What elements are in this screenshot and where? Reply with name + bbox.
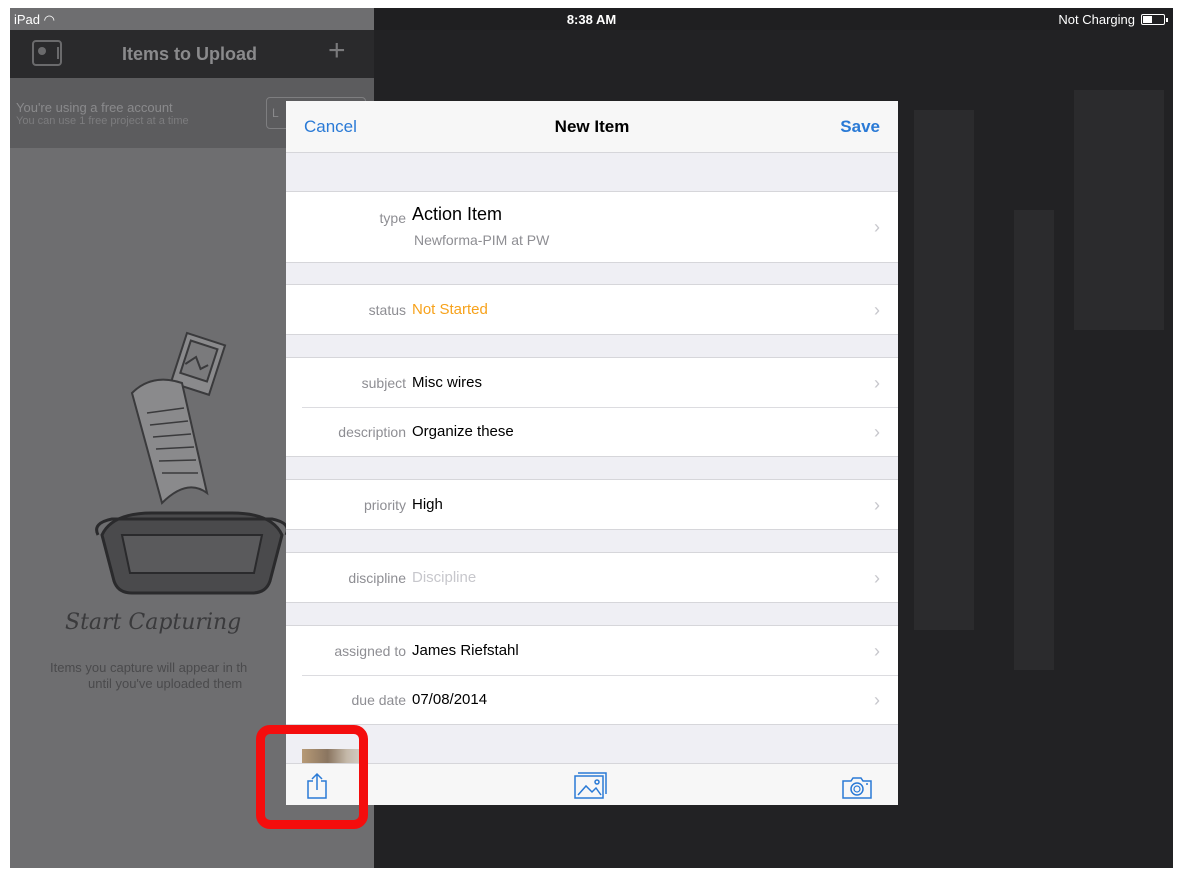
ipad-screen: Items to Upload + You're using a free ac…	[10, 8, 1173, 868]
due-date-row[interactable]: due date 07/08/2014 ›	[286, 675, 898, 724]
status-battery: Not Charging	[1058, 12, 1168, 27]
discipline-placeholder: Discipline	[412, 569, 477, 586]
photo-library-icon[interactable]	[574, 772, 608, 800]
chevron-right-icon: ›	[874, 641, 880, 661]
status-time: 8:38 AM	[566, 12, 617, 27]
status-value: Not Started	[412, 301, 488, 318]
status-group: status Not Started ›	[286, 284, 898, 335]
add-icon[interactable]: +	[328, 36, 346, 66]
attachment-thumbnail[interactable]	[302, 749, 366, 763]
capture-hint-line2: until you've uploaded them	[88, 676, 243, 691]
chevron-right-icon: ›	[874, 373, 880, 393]
camera-icon[interactable]	[841, 776, 873, 800]
type-value: Action Item	[412, 204, 503, 224]
master-title: Items to Upload	[122, 44, 258, 64]
discipline-label: discipline	[348, 570, 406, 586]
description-row[interactable]: description Organize these ›	[286, 407, 898, 456]
due-date-value: 07/08/2014	[412, 691, 488, 708]
subject-label: subject	[361, 375, 406, 391]
chevron-right-icon: ›	[874, 690, 880, 710]
account-message: You're using a free account	[16, 100, 173, 115]
assigned-to-value: James Riefstahl	[412, 642, 519, 659]
type-project: Newforma-PIM at PW	[414, 232, 550, 248]
chevron-right-icon: ›	[874, 568, 880, 588]
assigned-to-label: assigned to	[334, 643, 406, 659]
discipline-group: discipline Discipline ›	[286, 552, 898, 603]
start-capturing-heading: Start Capturing	[65, 610, 242, 635]
assigned-to-row[interactable]: assigned to James Riefstahl ›	[286, 626, 898, 675]
status-bar: iPad ◠ 8:38 AM Not Charging	[10, 8, 1173, 30]
type-row[interactable]: type Action Item Newforma-PIM at PW ›	[286, 192, 898, 262]
account-submessage: You can use 1 free project at a time	[16, 115, 189, 127]
status-row[interactable]: status Not Started ›	[286, 285, 898, 334]
discipline-row[interactable]: discipline Discipline ›	[286, 553, 898, 602]
chevron-right-icon: ›	[874, 217, 880, 237]
assignment-group: assigned to James Riefstahl › due date 0…	[286, 625, 898, 725]
priority-label: priority	[363, 497, 406, 513]
battery-icon	[1141, 14, 1168, 25]
type-group: type Action Item Newforma-PIM at PW ›	[286, 191, 898, 263]
description-value: Organize these	[412, 423, 514, 440]
subject-row[interactable]: subject Misc wires ›	[286, 358, 898, 407]
subject-group: subject Misc wires › description Organiz…	[286, 357, 898, 457]
chevron-right-icon: ›	[874, 300, 880, 320]
modal-nav-bar: Cancel New Item Save	[286, 101, 898, 153]
type-label: type	[379, 210, 406, 226]
priority-group: priority High ›	[286, 479, 898, 530]
subject-value: Misc wires	[412, 374, 482, 391]
new-item-modal: Cancel New Item Save type Action Item Ne…	[286, 101, 898, 805]
save-button[interactable]: Save	[840, 117, 880, 137]
chevron-right-icon: ›	[874, 495, 880, 515]
modal-toolbar	[286, 763, 898, 805]
master-nav-bar: Items to Upload +	[10, 30, 374, 78]
priority-row[interactable]: priority High ›	[286, 480, 898, 529]
inbox-tray-illustration	[95, 331, 289, 595]
modal-title: New Item	[554, 117, 630, 136]
capture-hint-line1: Items you capture will appear in th	[50, 660, 248, 675]
id-card-icon[interactable]	[32, 40, 62, 66]
priority-value: High	[412, 496, 443, 513]
charging-status: Not Charging	[1058, 12, 1135, 27]
due-date-label: due date	[351, 692, 407, 708]
description-label: description	[338, 424, 406, 440]
share-icon[interactable]	[306, 772, 328, 800]
chevron-right-icon: ›	[874, 422, 880, 442]
status-label: status	[368, 302, 406, 318]
